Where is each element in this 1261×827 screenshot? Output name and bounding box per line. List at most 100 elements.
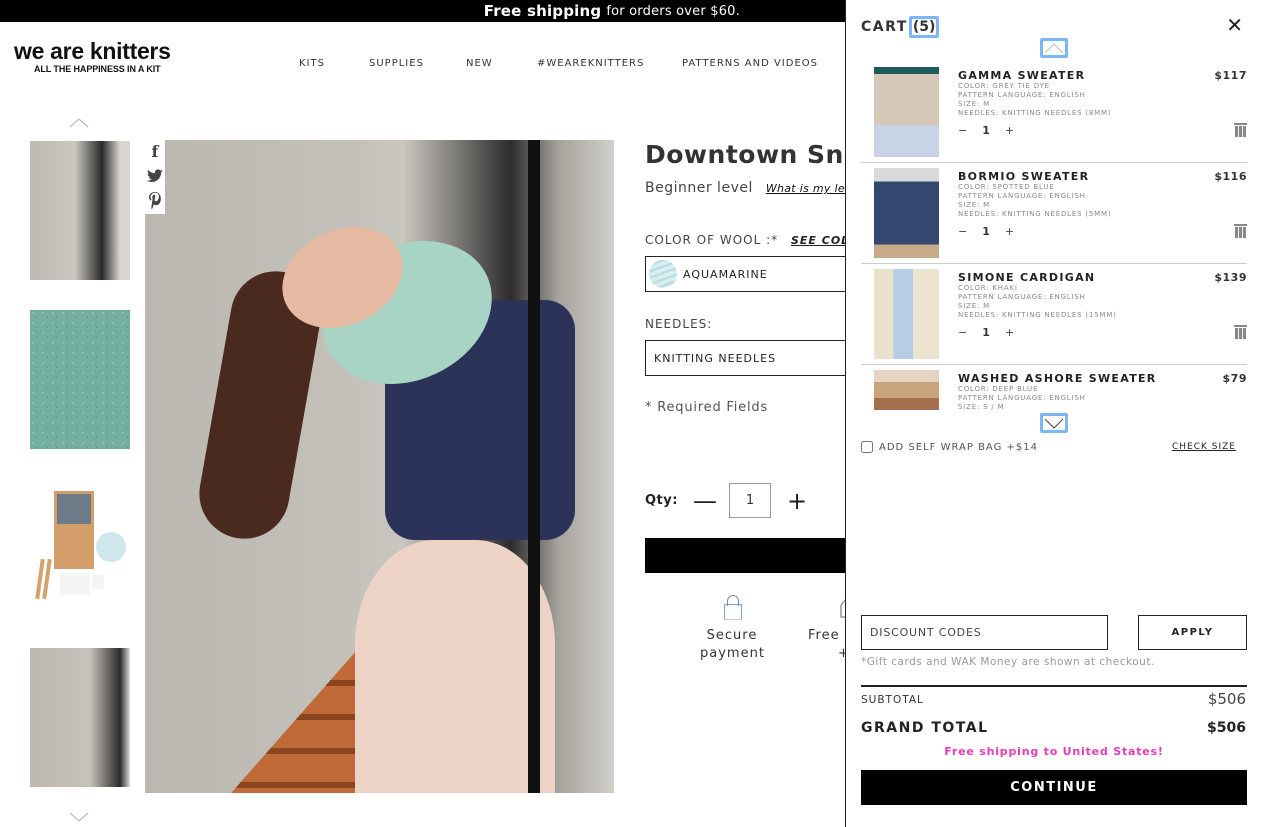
gift-card-note: *Gift cards and WAK Money are shown at c…	[861, 656, 1155, 668]
cart-scroll-up-button[interactable]	[1040, 38, 1068, 58]
nav-item-kits[interactable]: KITS	[299, 58, 369, 69]
cart-item-details: COLOR: GREY TIE DYE PATTERN LANGUAGE: ENG…	[958, 82, 1112, 117]
qty-input[interactable]	[729, 483, 771, 518]
qty-value: 1	[982, 225, 990, 238]
subtotal-label: SUBTOTAL	[861, 694, 924, 706]
cart-item-name[interactable]: WASHED ASHORE SWEATER	[958, 372, 1157, 385]
close-icon[interactable]: ✕	[1226, 15, 1243, 35]
trash-icon[interactable]	[1234, 224, 1247, 238]
grand-total-value: $506	[1207, 720, 1246, 736]
feature-free-shipping: Free +	[808, 595, 852, 663]
cart-item-price: $116	[1214, 170, 1247, 183]
discount-code-input[interactable]	[861, 615, 1108, 650]
cart-item-name[interactable]: SIMONE CARDIGAN	[958, 271, 1095, 284]
continue-button[interactable]: CONTINUE	[861, 770, 1247, 805]
thumb-down-arrow-icon[interactable]	[69, 812, 89, 822]
cart-item: SIMONE CARDIGAN $139 COLOR: KHAKI PATTERN…	[861, 264, 1247, 365]
wrap-bag-checkbox[interactable]	[861, 441, 873, 453]
promo-bold: Free shipping	[483, 2, 602, 20]
pinterest-icon[interactable]	[148, 191, 162, 210]
product-level: Beginner level What is my level?	[645, 180, 868, 196]
cart-item: WASHED ASHORE SWEATER $79 COLOR: DEEP BL…	[861, 365, 1247, 412]
divider	[861, 685, 1247, 687]
cart-item-image[interactable]	[874, 370, 939, 410]
subtotal-value: $506	[1207, 690, 1246, 708]
apply-discount-button[interactable]: APPLY	[1138, 615, 1247, 650]
cart-item-details: COLOR: SPOTTED BLUE PATTERN LANGUAGE: ENG…	[958, 183, 1112, 218]
qty-plus-button[interactable]: +	[1005, 225, 1014, 238]
add-to-cart-button[interactable]	[645, 538, 855, 573]
thumbnail-3[interactable]	[30, 479, 130, 618]
cart-item-qty-stepper: − 1 +	[958, 326, 1014, 339]
chevron-down-icon	[1044, 418, 1064, 429]
cart-item-qty-stepper: − 1 +	[958, 124, 1014, 137]
color-label: COLOR OF WOOL :*	[645, 233, 779, 247]
color-select[interactable]: AQUAMARINE	[645, 256, 855, 292]
needles-label: NEEDLES:	[645, 317, 713, 331]
quantity-stepper: Qty: — +	[645, 483, 809, 518]
free-shipping-message: Free shipping to United States!	[944, 745, 1164, 758]
check-size-link[interactable]: CHECK SIZE	[1172, 442, 1236, 452]
trash-icon[interactable]	[1234, 325, 1247, 339]
thumbnail-4[interactable]	[30, 648, 130, 787]
wrap-bag-label: ADD SELF WRAP BAG +$14	[879, 441, 1038, 453]
thumbnail-2[interactable]	[30, 310, 130, 449]
promo-banner: Free shipping for orders over $60.	[0, 0, 845, 22]
cart-item-image[interactable]	[874, 67, 939, 157]
cart-item-qty-stepper: − 1 +	[958, 225, 1014, 238]
cart-item-price: $79	[1222, 372, 1247, 385]
cart-item-name[interactable]: GAMMA SWEATER	[958, 69, 1085, 82]
facebook-icon[interactable]: f	[152, 144, 159, 160]
cart-count-badge: (5)	[908, 16, 940, 38]
cart-item: BORMIO SWEATER $116 COLOR: SPOTTED BLUE P…	[861, 163, 1247, 264]
nav-item-supplies[interactable]: SUPPLIES	[369, 58, 466, 69]
cart-item-image[interactable]	[874, 168, 939, 258]
cart-item-details: COLOR: KHAKI PATTERN LANGUAGE: ENGLISH SIZ…	[958, 284, 1117, 319]
qty-plus-button[interactable]: +	[1005, 124, 1014, 137]
cart-drawer: CART (5) ✕ GAMMA SWEATER $117 COLOR: GRE…	[845, 0, 1261, 827]
wrap-bag-option[interactable]: ADD SELF WRAP BAG +$14	[861, 441, 1038, 453]
trash-icon[interactable]	[1234, 123, 1247, 137]
twitter-icon[interactable]	[147, 169, 163, 183]
grand-total-label: GRAND TOTAL	[861, 720, 989, 736]
color-label-row: COLOR OF WOOL :* SEE COLORS	[645, 233, 878, 247]
cart-item-image[interactable]	[874, 269, 939, 359]
social-share: f	[145, 140, 165, 214]
cart-item-price: $117	[1214, 69, 1247, 82]
nav-item-patterns-videos[interactable]: PATTERNS AND VIDEOS	[682, 58, 818, 69]
promo-text: for orders over $60.	[606, 3, 740, 19]
cart-item-price: $139	[1214, 271, 1247, 284]
qty-minus-button[interactable]: −	[958, 326, 967, 339]
level-text: Beginner level	[645, 180, 753, 196]
feature-secure-payment: Secure payment	[700, 595, 764, 663]
cart-item-name[interactable]: BORMIO SWEATER	[958, 170, 1089, 183]
cart-item: GAMMA SWEATER $117 COLOR: GREY TIE DYE PA…	[861, 62, 1247, 163]
qty-decrease-button[interactable]: —	[693, 489, 717, 513]
color-swatch	[649, 260, 677, 288]
needles-value: KNITTING NEEDLES	[654, 351, 777, 365]
logo-name: we are knitters	[14, 38, 171, 64]
logo-tagline: ALL THE HAPPINESS IN A KIT	[34, 64, 161, 74]
logo[interactable]: we are knitters ALL THE HAPPINESS IN A K…	[14, 38, 171, 75]
nav-item-weareknitters[interactable]: #WEAREKNITTERS	[537, 58, 682, 69]
qty-value: 1	[982, 124, 990, 137]
qty-minus-button[interactable]: −	[958, 124, 967, 137]
qty-label: Qty:	[645, 493, 678, 508]
cart-scroll-down-button[interactable]	[1040, 413, 1068, 433]
qty-increase-button[interactable]: +	[785, 489, 809, 513]
qty-plus-button[interactable]: +	[1005, 326, 1014, 339]
chevron-up-icon	[1044, 43, 1064, 54]
cart-items-list[interactable]: GAMMA SWEATER $117 COLOR: GREY TIE DYE PA…	[861, 62, 1247, 412]
color-value: AQUAMARINE	[683, 267, 768, 281]
needles-select[interactable]: KNITTING NEEDLES	[645, 340, 855, 376]
cart-title: CART (5)	[861, 16, 940, 38]
lock-icon	[724, 595, 742, 620]
thumb-up-arrow-icon[interactable]	[69, 118, 89, 128]
nav-item-new[interactable]: NEW	[466, 58, 537, 69]
thumbnail-1[interactable]	[30, 141, 130, 280]
main-nav: KITS SUPPLIES NEW #WEAREKNITTERS PATTERN…	[299, 58, 818, 69]
cart-item-details: COLOR: DEEP BLUE PATTERN LANGUAGE: ENGLIS…	[958, 385, 1086, 411]
required-fields-note: * Required Fields	[645, 400, 769, 415]
qty-value: 1	[982, 326, 990, 339]
qty-minus-button[interactable]: −	[958, 225, 967, 238]
